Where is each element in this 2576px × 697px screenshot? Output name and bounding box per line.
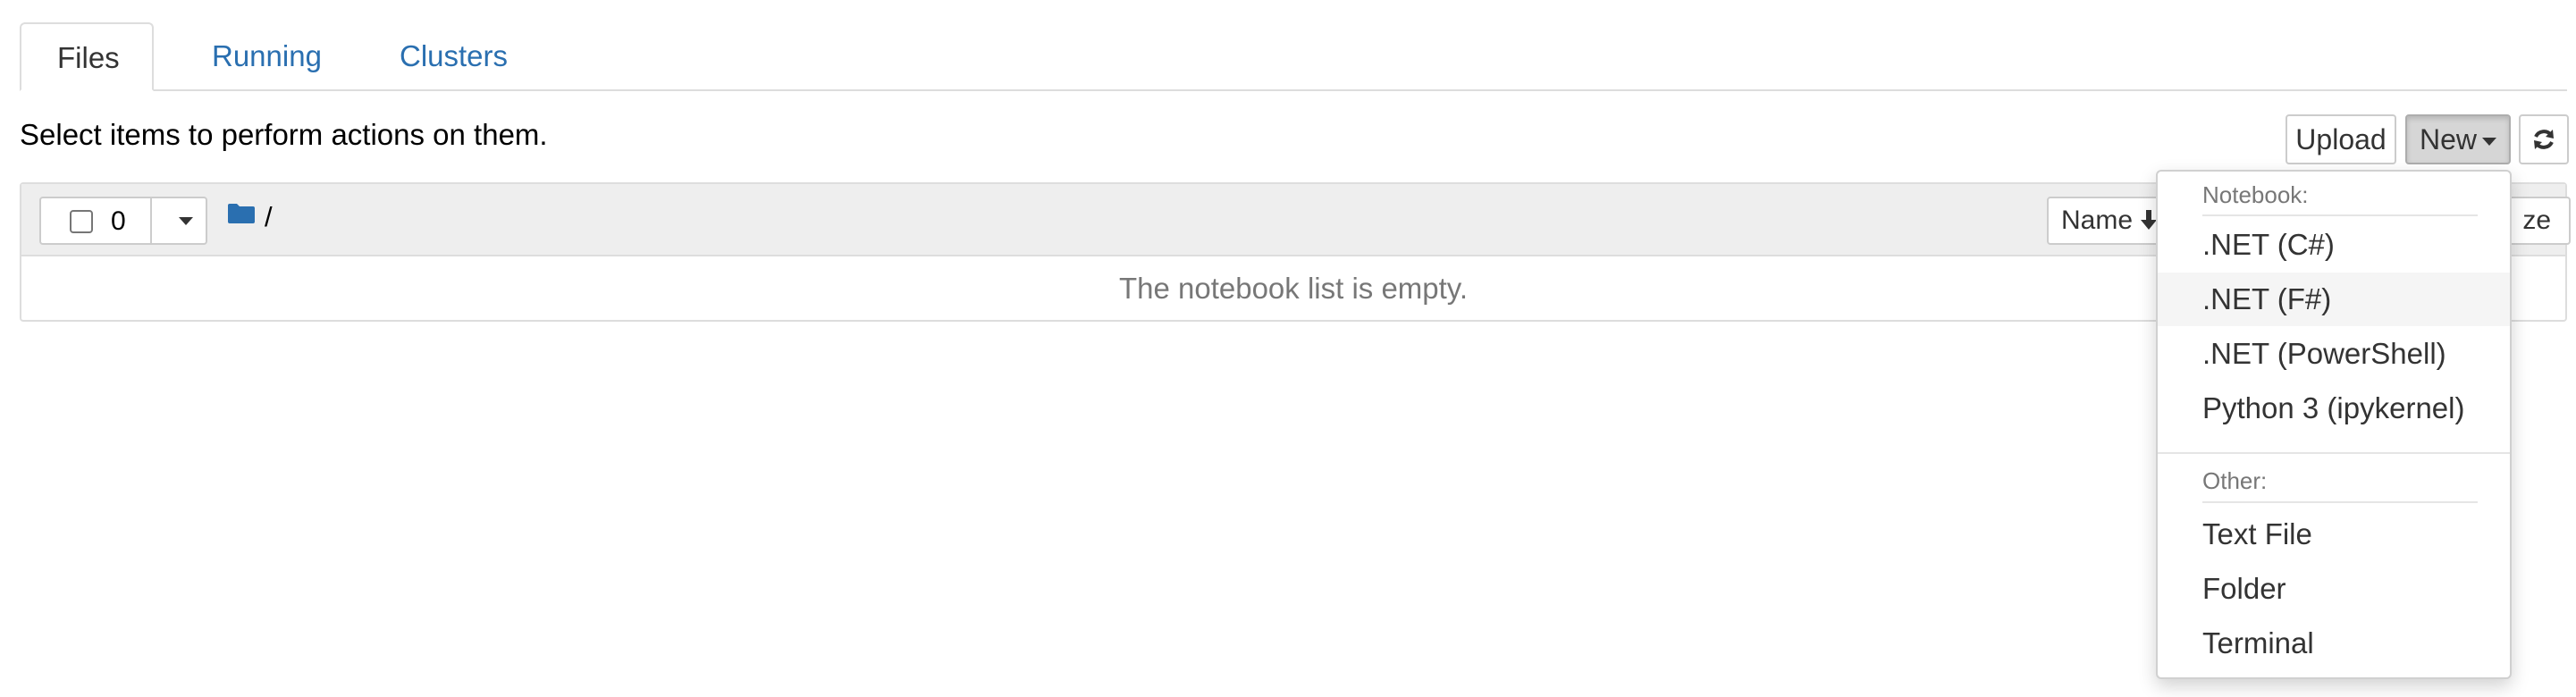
folder-icon[interactable] (227, 203, 256, 224)
upload-button[interactable]: Upload (2286, 114, 2396, 164)
notebook-section-header: Notebook: (2202, 181, 2309, 208)
new-dropdown-menu: Notebook: .NET (C#) .NET (F#) .NET (Powe… (2156, 170, 2512, 679)
select-all-checkbox[interactable] (70, 210, 93, 233)
notebook-header-rule (2202, 214, 2478, 216)
new-button[interactable]: New (2405, 114, 2511, 164)
tab-files[interactable]: Files (20, 22, 154, 91)
selected-count: 0 (111, 206, 126, 236)
select-divider (150, 197, 152, 245)
instructions-text: Select items to perform actions on them. (20, 118, 548, 151)
tab-bar: Files Running Clusters (20, 22, 2567, 91)
refresh-button[interactable] (2519, 114, 2569, 164)
menu-item-dotnet-csharp[interactable]: .NET (C#) (2158, 218, 2510, 272)
menu-item-text-file[interactable]: Text File (2158, 508, 2510, 561)
chevron-down-icon (2482, 138, 2497, 147)
other-section-header: Other: (2202, 467, 2268, 494)
refresh-icon (2534, 130, 2554, 150)
menu-item-folder[interactable]: Folder (2158, 562, 2510, 616)
menu-divider (2158, 452, 2510, 454)
breadcrumb-root[interactable]: / (265, 201, 273, 233)
chevron-down-icon (179, 217, 193, 225)
menu-item-dotnet-powershell[interactable]: .NET (PowerShell) (2158, 327, 2510, 381)
menu-item-terminal[interactable]: Terminal (2158, 617, 2510, 670)
new-button-label: New (2420, 123, 2478, 155)
sort-name-label: Name (2061, 206, 2134, 235)
select-all-group: 0 (39, 197, 207, 245)
menu-item-python3[interactable]: Python 3 (ipykernel) (2158, 382, 2510, 435)
tab-clusters[interactable]: Clusters (364, 22, 543, 89)
select-menu-toggle[interactable] (170, 198, 207, 243)
menu-item-dotnet-fsharp[interactable]: .NET (F#) (2158, 273, 2510, 326)
other-header-rule (2202, 501, 2478, 503)
tab-running[interactable]: Running (176, 22, 358, 89)
